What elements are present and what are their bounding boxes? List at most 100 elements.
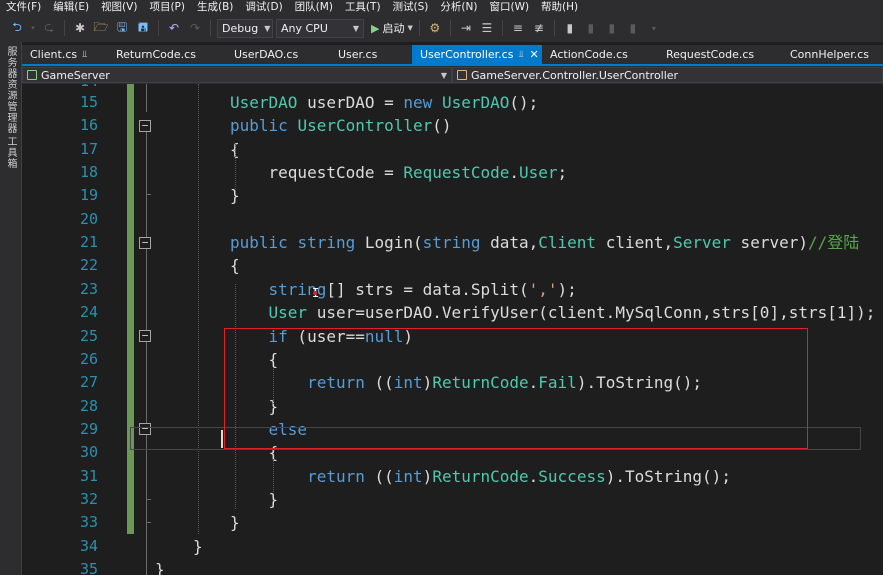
code-token: Server bbox=[673, 233, 731, 253]
tab-label: UserDAO.cs bbox=[234, 48, 299, 61]
menu-item-3[interactable]: 项目(P) bbox=[143, 0, 191, 14]
menu-item-7[interactable]: 工具(T) bbox=[339, 0, 387, 14]
project-select[interactable]: GameServer ▼ bbox=[22, 67, 452, 83]
code-text[interactable]: } bbox=[193, 535, 203, 558]
code-token: string bbox=[297, 233, 356, 253]
tab-client-cs[interactable]: Client.cs ⫫ bbox=[22, 45, 108, 64]
code-token: } bbox=[155, 560, 165, 575]
code-line: 24 User user=userDAO.VerifyUser(client.M… bbox=[22, 301, 883, 324]
menu-item-6[interactable]: 团队(M) bbox=[289, 0, 339, 14]
solution-configuration-select[interactable]: Debug ▼ bbox=[217, 18, 273, 38]
code-text[interactable]: string[] strs = data.Split(','); bbox=[230, 278, 577, 301]
bookmark-icon[interactable]: ▮ bbox=[561, 19, 579, 37]
attach-icon[interactable]: ⚙ bbox=[426, 19, 444, 37]
redo-icon[interactable]: ↷ bbox=[186, 19, 204, 37]
class-icon bbox=[457, 70, 467, 80]
code-token: user=userDAO.VerifyUser(client.MySqlConn… bbox=[307, 303, 876, 323]
clear-bookmarks-icon[interactable]: ▮ bbox=[624, 19, 642, 37]
collapse-icon[interactable]: − bbox=[139, 237, 151, 249]
tab-label: Client.cs bbox=[30, 48, 78, 61]
toolbar-separator bbox=[553, 20, 555, 36]
menu-item-10[interactable]: 窗口(W) bbox=[483, 0, 535, 14]
code-text[interactable]: public UserController() bbox=[230, 114, 452, 137]
code-text[interactable]: public string Login(string data,Client c… bbox=[230, 231, 859, 254]
play-icon: ▶ bbox=[371, 21, 380, 35]
code-text[interactable]: requestCode = RequestCode.User; bbox=[230, 161, 568, 184]
line-number: 23 bbox=[79, 279, 98, 298]
collapse-icon[interactable]: − bbox=[139, 330, 151, 342]
new-project-icon[interactable]: ✱ bbox=[71, 19, 89, 37]
code-text[interactable]: } bbox=[155, 558, 165, 575]
code-text[interactable]: UserDAO userDAO = new UserDAO(); bbox=[230, 91, 538, 114]
dropdown-arrow-icon[interactable]: ▾ bbox=[29, 19, 37, 37]
server-explorer-tab[interactable]: 服务器资源管理器 bbox=[4, 46, 18, 134]
comment-icon[interactable]: ≡ bbox=[509, 19, 527, 37]
mouse-cursor-icon: I bbox=[312, 287, 320, 299]
start-debugging-button[interactable]: ▶ 启动 ▼ bbox=[371, 20, 413, 36]
code-text[interactable]: { bbox=[230, 254, 240, 277]
toolbar-separator bbox=[158, 20, 159, 36]
chevron-down-icon: ▼ bbox=[352, 23, 359, 33]
uncomment-icon[interactable]: ≢ bbox=[530, 19, 548, 37]
solution-platform-select[interactable]: Any CPU ▼ bbox=[276, 18, 364, 38]
indent-guide bbox=[198, 84, 199, 534]
navigate-back-icon[interactable]: ⮌ bbox=[8, 19, 26, 37]
menu-item-4[interactable]: 生成(B) bbox=[191, 0, 239, 14]
line-number: 35 bbox=[79, 560, 98, 575]
tab-usercontroller-cs[interactable]: UserController.cs ⫫ ✕ bbox=[412, 45, 542, 64]
close-icon[interactable]: ✕ bbox=[530, 48, 539, 61]
menu-item-0[interactable]: 文件(F) bbox=[0, 0, 47, 14]
code-token: return bbox=[307, 466, 365, 486]
tab-label: RequestCode.cs bbox=[666, 48, 755, 61]
line-number: 28 bbox=[79, 396, 98, 415]
tab-actioncode-cs[interactable]: ActionCode.cs bbox=[542, 45, 658, 64]
pin-icon[interactable]: ⫫ bbox=[82, 50, 87, 60]
next-bookmark-icon[interactable]: ▮ bbox=[603, 19, 621, 37]
menu-item-8[interactable]: 测试(S) bbox=[387, 0, 435, 14]
code-text[interactable]: User user=userDAO.VerifyUser(client.MySq… bbox=[230, 301, 876, 324]
tab-requestcode-cs[interactable]: RequestCode.cs bbox=[658, 45, 782, 64]
code-text[interactable]: } bbox=[230, 488, 279, 511]
code-token: server) bbox=[730, 233, 808, 253]
undo-icon[interactable]: ↶ bbox=[165, 19, 183, 37]
text-caret bbox=[221, 430, 223, 448]
toolbar-overflow-icon[interactable]: ▾ bbox=[645, 19, 663, 37]
line-number: 22 bbox=[79, 256, 98, 275]
tab-label: User.cs bbox=[338, 48, 378, 61]
menu-item-2[interactable]: 视图(V) bbox=[95, 0, 143, 14]
menu-item-9[interactable]: 分析(N) bbox=[434, 0, 483, 14]
code-token: int bbox=[393, 466, 423, 486]
code-line: 19} bbox=[22, 184, 883, 207]
tab-returncode-cs[interactable]: ReturnCode.cs bbox=[108, 45, 226, 64]
type-select[interactable]: GameServer.Controller.UserController bbox=[452, 67, 883, 83]
line-number: 26 bbox=[79, 349, 98, 368]
menu-item-5[interactable]: 调试(D) bbox=[239, 0, 288, 14]
code-token: [] strs = data.Split( bbox=[326, 279, 529, 299]
tab-label: UserController.cs bbox=[420, 48, 514, 61]
menu-item-1[interactable]: 编辑(E) bbox=[47, 0, 95, 14]
tab-userdao-cs[interactable]: UserDAO.cs bbox=[226, 45, 330, 64]
prev-bookmark-icon[interactable]: ▮ bbox=[582, 19, 600, 37]
line-number: 25 bbox=[79, 326, 98, 345]
toolbar-separator bbox=[449, 20, 451, 36]
code-text[interactable]: } bbox=[230, 511, 240, 534]
toolbox-tab[interactable]: 工具箱 bbox=[4, 136, 18, 169]
fold-line bbox=[146, 84, 147, 112]
save-icon[interactable]: 🖫 bbox=[113, 19, 131, 37]
collapse-icon[interactable]: − bbox=[139, 120, 151, 132]
save-all-icon[interactable]: 🖪 bbox=[134, 19, 152, 37]
menu-item-11[interactable]: 帮助(H) bbox=[535, 0, 584, 14]
code-token: string bbox=[422, 233, 481, 253]
tab-connhelper-cs[interactable]: ConnHelper.cs bbox=[782, 45, 883, 64]
toolbar-separator bbox=[418, 20, 420, 36]
tab-user-cs[interactable]: User.cs bbox=[330, 45, 412, 64]
layout-icon[interactable]: ☰ bbox=[478, 19, 496, 37]
open-folder-icon[interactable]: 🗁 bbox=[92, 19, 110, 37]
pin-icon[interactable]: ⫫ bbox=[518, 50, 523, 60]
code-line: 33} bbox=[22, 511, 883, 534]
code-text[interactable]: return ((int)ReturnCode.Success).ToStrin… bbox=[230, 465, 731, 488]
step-icon[interactable]: ⇥ bbox=[457, 19, 475, 37]
navigate-forward-icon[interactable]: ⮎ bbox=[40, 19, 58, 37]
